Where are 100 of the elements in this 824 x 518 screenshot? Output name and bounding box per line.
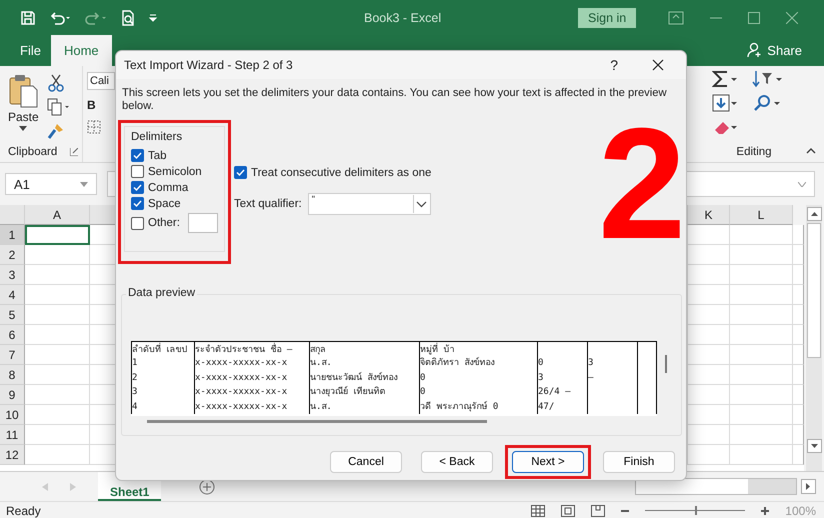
grid-cell[interactable] <box>688 385 730 405</box>
scrollbar-thumb[interactable] <box>636 479 748 494</box>
bold-button[interactable]: B <box>87 98 96 112</box>
checkbox-label[interactable]: Space <box>148 198 181 210</box>
checkbox[interactable] <box>131 181 144 194</box>
scrollbar-thumb[interactable] <box>807 223 821 358</box>
copy-icon[interactable] <box>46 98 71 116</box>
sign-in-button[interactable]: Sign in <box>578 8 636 28</box>
sum-icon[interactable] <box>712 70 738 88</box>
qualifier-dropdown[interactable]: " <box>308 193 431 215</box>
grid-cell[interactable] <box>688 445 730 465</box>
grid-cell[interactable] <box>25 405 90 425</box>
grid-cell[interactable] <box>688 265 730 285</box>
grid-cell[interactable] <box>25 345 90 365</box>
ribbon-tab[interactable]: File <box>10 35 51 66</box>
expand-icon[interactable] <box>798 182 806 186</box>
grid-cell[interactable] <box>688 325 730 345</box>
grid-cell[interactable] <box>25 365 90 385</box>
print-preview-icon[interactable] <box>120 10 136 26</box>
checkbox-label[interactable]: Comma <box>148 182 188 194</box>
borders-icon[interactable] <box>87 120 101 134</box>
row-header[interactable]: 3 <box>0 265 25 285</box>
grid-cell[interactable] <box>25 305 90 325</box>
scroll-down-icon[interactable] <box>806 439 822 453</box>
redo-icon[interactable] <box>84 10 108 26</box>
row-header[interactable]: 10 <box>0 405 25 425</box>
checkbox[interactable] <box>131 197 144 210</box>
customize-icon[interactable] <box>148 13 158 23</box>
checkbox-label[interactable]: Treat consecutive delimiters as one <box>250 166 432 178</box>
ribbon-tab[interactable]: Home <box>50 35 112 66</box>
grid-cell[interactable] <box>688 345 730 365</box>
active-cell[interactable] <box>25 225 90 245</box>
row-header[interactable]: 7 <box>0 345 25 365</box>
row-header[interactable]: 8 <box>0 365 25 385</box>
paste-button[interactable]: Paste <box>8 74 39 146</box>
grid-cell[interactable] <box>688 245 730 265</box>
row-header[interactable]: 2 <box>0 245 25 265</box>
checkbox[interactable] <box>234 166 247 179</box>
share-button[interactable]: Share <box>747 42 824 66</box>
format-painter-icon[interactable] <box>46 122 65 140</box>
find-icon[interactable] <box>752 94 782 112</box>
grid-cell[interactable] <box>25 245 90 265</box>
scrollbar-thumb[interactable] <box>665 355 667 373</box>
scrollbar-thumb[interactable] <box>147 420 487 423</box>
scroll-right-icon[interactable] <box>801 479 816 494</box>
column-header[interactable]: L <box>730 205 793 225</box>
grid-cell[interactable] <box>25 445 90 465</box>
row-header[interactable]: 4 <box>0 285 25 305</box>
grid-cell[interactable] <box>688 365 730 385</box>
grid-cell[interactable] <box>25 325 90 345</box>
fill-icon[interactable] <box>712 94 738 112</box>
grid-cell[interactable] <box>688 405 730 425</box>
normal-view-icon[interactable] <box>531 504 546 516</box>
checkbox-label[interactable]: Semicolon <box>148 166 202 178</box>
save-icon[interactable] <box>20 10 36 26</box>
collapse-ribbon-icon[interactable] <box>806 148 816 154</box>
grid-cell[interactable] <box>688 305 730 325</box>
checkbox-label[interactable]: Other: <box>148 217 180 229</box>
font-name-field[interactable]: Cali <box>87 72 115 90</box>
grid-cell[interactable] <box>25 285 90 305</box>
page-layout-icon[interactable] <box>561 504 576 516</box>
select-all-corner[interactable] <box>0 205 25 225</box>
column-header[interactable]: K <box>688 205 730 225</box>
sort-filter-icon[interactable] <box>752 70 782 88</box>
row-header[interactable]: 12 <box>0 445 25 465</box>
ribbon-display-icon[interactable] <box>668 11 684 25</box>
row-header[interactable]: 6 <box>0 325 25 345</box>
cut-icon[interactable] <box>46 74 65 92</box>
dialog-launcher-icon[interactable] <box>70 148 78 156</box>
maximize-icon[interactable] <box>748 12 760 24</box>
minimize-icon[interactable] <box>710 17 722 19</box>
row-header[interactable]: 11 <box>0 425 25 445</box>
grid-cell[interactable] <box>25 385 90 405</box>
grid-cell[interactable] <box>688 285 730 305</box>
dialog-button[interactable]: < Back <box>421 451 493 473</box>
grid-cell[interactable] <box>25 425 90 445</box>
input-field[interactable] <box>188 213 218 233</box>
add-sheet-icon[interactable] <box>199 478 216 494</box>
horizontal-scrollbar[interactable] <box>635 478 797 495</box>
close-icon[interactable] <box>652 59 664 71</box>
row-header[interactable]: 9 <box>0 385 25 405</box>
checkbox[interactable] <box>131 149 144 162</box>
undo-icon[interactable] <box>48 10 72 26</box>
column-header[interactable]: A <box>25 205 90 225</box>
zoom-in-icon[interactable] <box>761 506 770 514</box>
help-button[interactable]: ? <box>610 57 618 73</box>
checkbox[interactable] <box>131 165 144 178</box>
grid-cell[interactable] <box>688 225 730 245</box>
previous-sheet-icon[interactable] <box>42 482 48 490</box>
checkbox[interactable] <box>131 216 144 230</box>
page-break-icon[interactable] <box>591 504 606 516</box>
name-box[interactable]: A1 <box>5 173 97 195</box>
grid-cell[interactable] <box>688 425 730 445</box>
dialog-button[interactable]: Finish <box>603 451 675 473</box>
dialog-button[interactable]: Cancel <box>330 451 402 473</box>
zoom-thumb[interactable] <box>695 506 698 515</box>
next-sheet-icon[interactable] <box>70 482 76 490</box>
checkbox-label[interactable]: Tab <box>148 150 167 162</box>
grid-cell[interactable] <box>25 265 90 285</box>
dialog-button[interactable]: Next > <box>512 451 584 473</box>
